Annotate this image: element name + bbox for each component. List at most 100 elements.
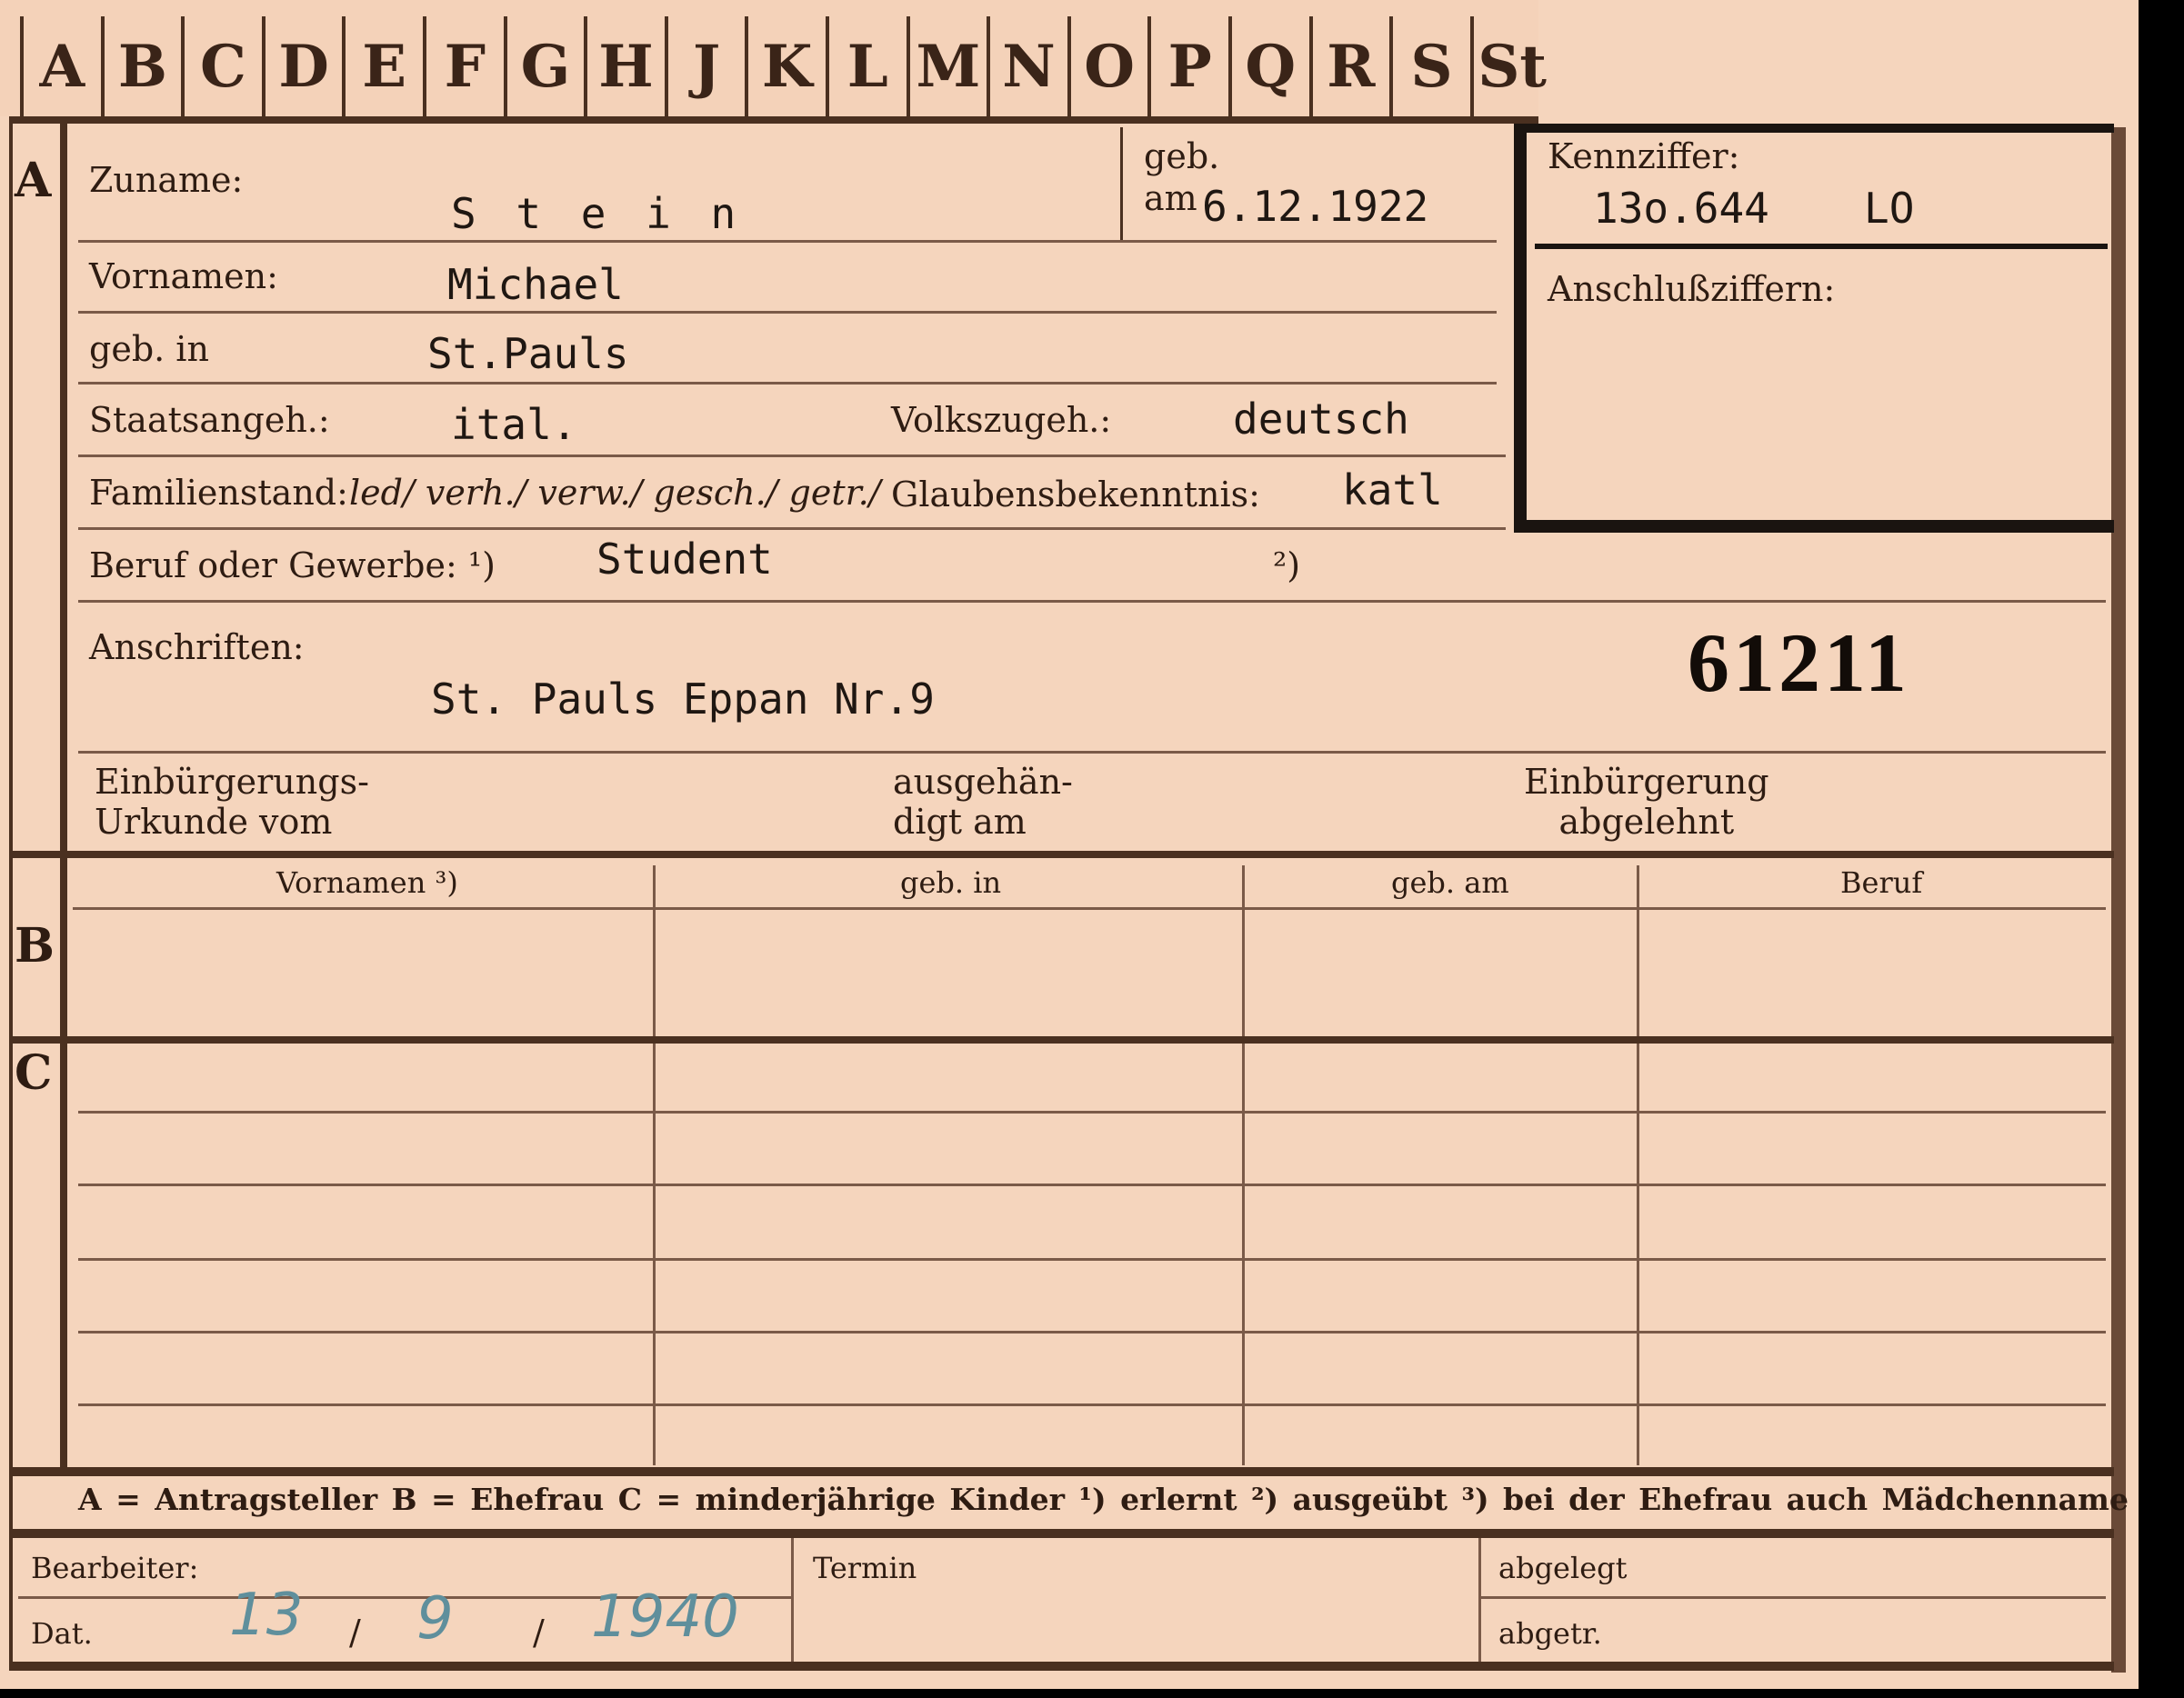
row-line [78,382,1497,385]
anschlussziffern-label: Anschlußziffern: [1548,269,1836,309]
tab-o[interactable]: O [1067,16,1148,116]
footer-divider [1478,1538,1481,1665]
tab-q[interactable]: Q [1228,16,1309,116]
zuname-value: S t e i n [451,189,744,238]
bearbeiter-label: Bearbeiter: [31,1551,199,1585]
section-ab-rule [9,851,2114,858]
tab-f[interactable]: F [423,16,504,116]
section-bc-divider [60,858,67,1473]
date-year: 1940 [591,1583,739,1651]
table-col-divider [653,865,656,1465]
volkszugeh-value: deutsch [1233,395,1409,444]
footer-divider [791,1538,794,1665]
row-line [78,240,1497,243]
legend-top-rule [9,1467,2114,1476]
registration-number: 61211 [1688,616,1910,709]
section-c-marker: C [15,1045,53,1101]
date-day: 13 [229,1582,304,1649]
termin-label: Termin [813,1551,917,1585]
einbuergerung-urkunde-label: Einbürgerungs- Urkunde vom [95,762,369,842]
tab-s[interactable]: S [1389,16,1470,116]
section-a-divider [60,124,67,851]
staatsangeh-label: Staatsangeh.: [89,400,330,440]
kennziffer-box-top [1514,124,2114,133]
dat-label: Dat. [31,1616,93,1651]
row-line [78,751,2106,754]
table-col-divider [1242,865,1245,1465]
table-row-line [78,1111,2106,1114]
geb-in-label: geb. in [89,329,209,369]
right-border [2111,127,2126,1673]
volkszugeh-label: Volkszugeh.: [891,400,1112,440]
abgelegt-label: abgelegt [1498,1551,1628,1585]
legend-bottom-rule [9,1529,2114,1538]
vornamen-label: Vornamen: [89,256,278,296]
anschrift-value: St. Pauls Eppan Nr.9 [431,674,935,724]
abgetr-label: abgetr. [1498,1616,1602,1651]
geb-label: geb. [1144,136,1220,176]
anschriften-label: Anschriften: [89,627,305,667]
row-line [78,527,1506,530]
vornamen-value: Michael [447,260,624,309]
staatsangeh-value: ital. [451,400,577,449]
section-a-marker: A [15,153,52,208]
top-rule [9,116,1538,124]
geb-divider [1120,127,1123,240]
table-header-line [73,907,2106,910]
table-header-geb-in: geb. in [900,865,1002,900]
tab-g[interactable]: G [503,16,585,116]
table-row-line [78,1184,2106,1186]
beruf-value: Student [596,534,773,584]
tab-l[interactable]: L [826,16,907,116]
zuname-label: Zuname: [89,160,244,200]
kennziffer-box-left [1514,124,1527,533]
date-month: 9 [416,1585,454,1653]
tab-h[interactable]: H [584,16,665,116]
section-b-marker: B [15,918,55,974]
tab-k[interactable]: K [745,16,826,116]
section-bc-rule [9,1036,2114,1044]
tab-n[interactable]: N [987,16,1067,116]
tab-p[interactable]: P [1147,16,1228,116]
row-line [78,311,1497,314]
tab-b[interactable]: B [100,16,182,116]
kennziffer-suffix: LO [1864,184,1915,233]
tab-e[interactable]: E [342,16,423,116]
ausgehaendigt-label: ausgehän- digt am [893,762,1073,842]
date-separator: / [533,1613,545,1653]
beruf-label: Beruf oder Gewerbe: ¹) [89,545,496,585]
table-header-vornamen: Vornamen ³) [276,865,458,900]
geb-am-value: 6.12.1922 [1202,182,1429,231]
glaubensbekenntnis-label: Glaubensbekenntnis: [891,474,1260,514]
kennziffer-divider [1535,244,2108,249]
row-line [78,454,1506,457]
kennziffer-box-bottom [1514,520,2114,533]
tab-c[interactable]: C [181,16,262,116]
date-separator: / [349,1613,361,1653]
legend: A = Antragsteller B = Ehefrau C = minder… [78,1482,2129,1517]
tab-st[interactable]: St [1469,16,1551,116]
kennziffer-value: 13o.644 [1593,184,1769,233]
left-border [9,116,13,1671]
table-row-line [78,1403,2106,1406]
familienstand-label: Familienstand: [89,473,348,513]
tab-d[interactable]: D [261,16,343,116]
registration-card: A B C D E F G H J K L M N O P Q R S St A Zuname: S t e i n… [0,0,2139,1689]
table-row-line [78,1331,2106,1333]
tab-j[interactable]: J [664,16,746,116]
beruf-note-2: ²) [1273,545,1301,585]
footer-line [1478,1596,2106,1599]
tab-a[interactable]: A [20,16,101,116]
am-label: am [1144,178,1197,218]
table-col-divider [1637,865,1639,1465]
table-row-line [78,1258,2106,1261]
familienstand-options: led/ verh./ verw./ gesch./ getr./ [349,473,881,513]
bottom-rule [9,1662,2114,1671]
table-header-geb-am: geb. am [1391,865,1509,900]
einbuergerung-abgelehnt-label: Einbürgerung abgelehnt [1524,762,1769,842]
kennziffer-label: Kennziffer: [1548,136,1740,176]
tab-m[interactable]: M [906,16,987,116]
geb-in-value: St.Pauls [427,329,629,378]
tab-r[interactable]: R [1308,16,1390,116]
table-header-beruf: Beruf [1840,865,1923,900]
